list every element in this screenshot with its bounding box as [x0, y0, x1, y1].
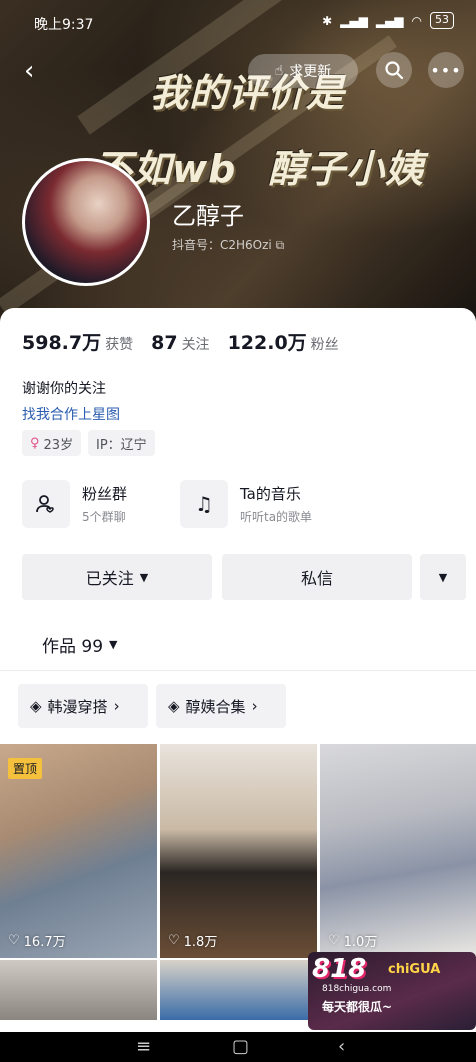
divider	[0, 670, 476, 671]
collection-chip-korean[interactable]: ◈ 韩漫穿搭 ›	[18, 684, 148, 728]
message-label: 私信	[300, 569, 333, 588]
home-icon[interactable]: ▢	[232, 1036, 249, 1057]
video-likes: ♡ 1.8万	[168, 931, 217, 950]
caret-down-icon: ▼	[438, 570, 448, 584]
profile-card: 598.7万 获赞 87 关注 122.0万 粉丝 谢谢你的关注 找我合作上星图 ♀ …	[0, 308, 476, 748]
heart-icon: ♡	[328, 933, 340, 948]
video-likes-count: 1.8万	[183, 935, 218, 950]
age-tag: ♀ 23岁	[22, 430, 82, 456]
site-watermark: 818 chiGUA 818chigua.com 每天都很瓜~	[308, 952, 476, 1030]
bio-line-1: 谢谢你的关注	[22, 381, 106, 397]
fan-group-subtitle: 5个群聊	[82, 510, 126, 524]
douyin-id[interactable]: 抖音号：C2H6Ozi ⧉	[172, 236, 284, 253]
profile-banner: 晚上9:37 ✱ ▂▄▆ ▂▄▆ ◠ 53 我的评价是 不如wb 醇子小姨 ‹ …	[0, 0, 476, 330]
collection-label: 韩漫穿搭	[47, 697, 108, 716]
likes-label: 获赞	[105, 337, 134, 353]
collection-label: 醇姨合集	[185, 697, 246, 716]
video-thumbnail[interactable]: ♡ 1.8万	[160, 744, 317, 958]
more-button[interactable]: •••	[428, 52, 464, 88]
douyin-id-text: 抖音号：C2H6Ozi	[172, 238, 272, 252]
menu-icon[interactable]: ≡	[136, 1036, 151, 1057]
watermark-url: 818chigua.com	[322, 984, 392, 994]
chevron-right-icon: ›	[251, 697, 258, 715]
search-icon	[385, 61, 404, 80]
layers-icon: ◈	[30, 697, 42, 715]
heart-icon: ♡	[168, 933, 180, 948]
copy-icon: ⧉	[275, 238, 285, 252]
signal-icon: ▂▄▆	[340, 13, 368, 28]
chevron-left-icon: ‹	[24, 56, 35, 86]
stats-row: 598.7万 获赞 87 关注 122.0万 粉丝	[22, 328, 339, 355]
video-likes: ♡ 16.7万	[8, 931, 66, 950]
music-note-icon: ♫	[180, 480, 228, 528]
fan-group-entry[interactable]: 粉丝群 5个群聊	[22, 480, 127, 528]
followers-stat[interactable]: 122.0万 粉丝	[228, 328, 339, 355]
video-likes-count: 16.7万	[23, 935, 66, 950]
hand-icon: ☝	[274, 63, 284, 79]
fan-group-icon	[22, 480, 70, 528]
caret-down-icon: ▼	[139, 570, 149, 584]
tab-works[interactable]: 作品 99 ▼	[42, 632, 118, 657]
bluetooth-icon: ✱	[322, 13, 333, 28]
back-button[interactable]: ‹	[24, 56, 56, 88]
music-entry[interactable]: ♫ Ta的音乐 听听ta的歌单	[180, 480, 312, 528]
request-update-label: 求更新	[289, 64, 332, 80]
watermark-slogan: 每天都很瓜~	[322, 1000, 393, 1014]
more-dots-icon: •••	[430, 60, 462, 80]
watermark-chi: chiGUA	[388, 962, 441, 977]
likes-count: 598.7万	[22, 332, 102, 354]
chevron-right-icon: ›	[113, 697, 120, 715]
collection-chip-aunt[interactable]: ◈ 醇姨合集 ›	[156, 684, 286, 728]
following-label: 关注	[181, 337, 210, 353]
search-button[interactable]	[376, 52, 412, 88]
banner-overlay-line2b: 醇子小姨	[268, 147, 425, 191]
heart-icon: ♡	[8, 933, 20, 948]
system-nav-bar: ≡ ▢ ‹	[0, 1032, 476, 1062]
pinned-badge: 置顶	[8, 758, 43, 779]
video-thumbnail[interactable]	[160, 960, 317, 1020]
signal-icon-2: ▂▄▆	[375, 13, 404, 28]
avatar[interactable]	[22, 158, 150, 286]
age-label: 23岁	[43, 437, 74, 453]
following-count: 87	[151, 332, 178, 354]
followed-button[interactable]: 已关注 ▼	[22, 554, 212, 600]
layers-icon: ◈	[168, 697, 180, 715]
ip-label: IP：辽宁	[96, 437, 147, 453]
status-bar: 晚上9:37 ✱ ▂▄▆ ▂▄▆ ◠ 53	[0, 0, 476, 44]
music-title: Ta的音乐	[240, 485, 301, 503]
video-thumbnail[interactable]: 置顶 ♡ 16.7万	[0, 744, 157, 958]
ip-tag: IP：辽宁	[88, 430, 155, 456]
followers-label: 粉丝	[310, 337, 339, 353]
followers-count: 122.0万	[227, 332, 307, 354]
message-button[interactable]: 私信	[222, 554, 412, 600]
video-likes: ♡ 1.0万	[328, 931, 377, 950]
status-icons: ✱ ▂▄▆ ▂▄▆ ◠ 53	[322, 12, 454, 29]
request-update-button[interactable]: ☝ 求更新	[248, 54, 358, 88]
video-thumbnail[interactable]	[0, 960, 157, 1020]
followed-label: 已关注	[85, 569, 134, 588]
video-likes-count: 1.0万	[343, 935, 378, 950]
wifi-icon: ◠	[411, 13, 422, 28]
female-icon: ♀	[30, 435, 40, 451]
battery-icon: 53	[430, 12, 454, 29]
profile-name: 乙醇子	[172, 202, 244, 230]
status-time: 晚上9:37	[34, 17, 94, 33]
nav-back-icon[interactable]: ‹	[338, 1036, 345, 1057]
bio-link-starmap[interactable]: 找我合作上星图	[22, 404, 120, 424]
works-tab-label: 作品 99	[42, 637, 104, 657]
expand-button[interactable]: ▼	[420, 554, 466, 600]
likes-stat[interactable]: 598.7万 获赞	[22, 328, 133, 355]
watermark-logo: 818	[312, 954, 367, 984]
video-thumbnail[interactable]: ♡ 1.0万	[320, 744, 476, 958]
music-subtitle: 听听ta的歌单	[240, 510, 313, 524]
following-stat[interactable]: 87 关注	[151, 332, 209, 354]
fan-group-title: 粉丝群	[82, 485, 128, 503]
caret-down-icon: ▼	[109, 638, 118, 651]
